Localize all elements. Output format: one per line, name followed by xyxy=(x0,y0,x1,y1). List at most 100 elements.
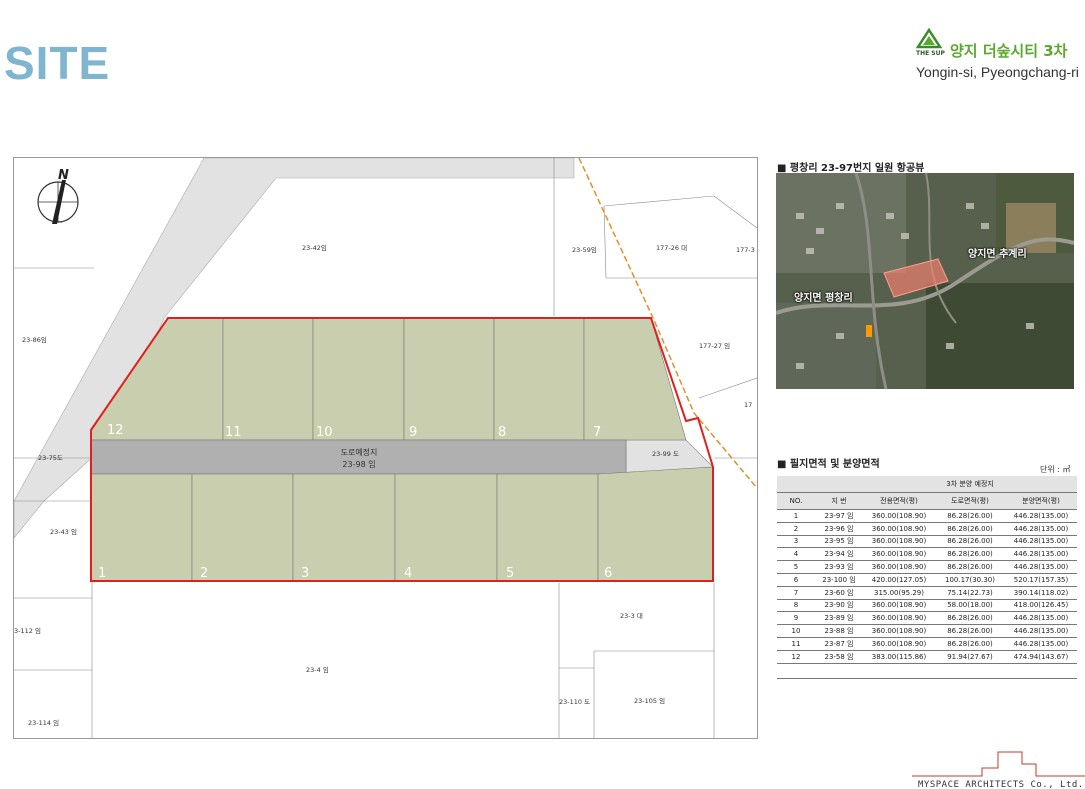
table-cell: 446.28(135.00) xyxy=(1005,535,1078,549)
table-cell: 446.28(135.00) xyxy=(1005,522,1078,536)
lot-number: 12 xyxy=(107,423,124,438)
site-plan-map: N 도로예정지 23-98 임 12 11 10 9 8 7 1 2 3 4 5… xyxy=(13,157,758,739)
table-row: 2 23-96 임 360.00(108.90) 86.28(26.00) 446.28… xyxy=(777,522,1078,536)
table-cell: 23-89 임 xyxy=(815,611,863,626)
road-label: 도로예정지 xyxy=(341,447,378,457)
page-title: SITE xyxy=(4,37,111,89)
table-column-header: 지 번 xyxy=(815,492,863,510)
table-cell: 474.94(143.67) xyxy=(1005,650,1078,664)
lot-number: 1 xyxy=(98,566,106,581)
table-row: 3 23-95 임 360.00(108.90) 86.28(26.00) 446.28… xyxy=(777,535,1078,549)
architect-logo-icon xyxy=(912,751,1085,777)
table-cell: 390.14(118.02) xyxy=(1005,586,1078,600)
table-cell: 10 xyxy=(777,624,815,638)
table-column-header: NO. xyxy=(777,492,815,510)
parcel-label: 177-26 대 xyxy=(656,244,687,252)
table-cell: 58.00(18.00) xyxy=(935,599,1005,613)
lot-number: 8 xyxy=(498,425,506,440)
table-cell: 360.00(108.90) xyxy=(863,535,935,549)
table-row: 10 23-88 임 360.00(108.90) 86.28(26.00) 446.2… xyxy=(777,624,1078,638)
table-cell xyxy=(1005,663,1078,679)
table-column-header: 도로면적(평) xyxy=(935,492,1005,510)
lots-top xyxy=(90,317,687,441)
parcel-label: 3-112 임 xyxy=(14,627,41,635)
lot-number: 5 xyxy=(506,566,514,581)
lot-number: 7 xyxy=(593,425,601,440)
table-cell: 23-93 임 xyxy=(815,560,863,574)
table-cell: 7 xyxy=(777,586,815,600)
table-row: 7 23-60 임 315.00(95.29) 75.14(22.73) 390.14(… xyxy=(777,586,1078,600)
parcel-label: 23-4 임 xyxy=(306,666,329,674)
table-row: 1 23-97 임 360.00(108.90) 86.28(26.00) 446.28… xyxy=(777,509,1078,523)
table-cell: 86.28(26.00) xyxy=(935,637,1005,651)
table-cell: 86.28(26.00) xyxy=(935,535,1005,549)
table-cell: 4 xyxy=(777,547,815,562)
table-cell: 360.00(108.90) xyxy=(863,560,935,574)
table-cell: 23-87 임 xyxy=(815,637,863,651)
brand-logo-text: THE SUP xyxy=(916,50,945,57)
table-cell xyxy=(815,663,863,679)
table-cell: 23-88 임 xyxy=(815,624,863,638)
table-cell: 23-96 임 xyxy=(815,522,863,536)
table-cell: 3 xyxy=(777,535,815,549)
table-cell: 383.00(115.86) xyxy=(863,650,935,664)
table-cell: 420.00(127.05) xyxy=(863,573,935,587)
table-cell: 75.14(22.73) xyxy=(935,586,1005,600)
table-cell: 360.00(108.90) xyxy=(863,547,935,562)
parcel-label: 23-3 대 xyxy=(620,612,643,620)
table-cell: 23-90 임 xyxy=(815,599,863,613)
table-cell: 315.00(95.29) xyxy=(863,586,935,600)
table-cell: 86.28(26.00) xyxy=(935,611,1005,626)
table-cell: 360.00(108.90) xyxy=(863,611,935,626)
lot-number: 3 xyxy=(301,566,309,581)
parcel-label: 23-42임 xyxy=(302,244,327,252)
table-cell xyxy=(863,663,935,679)
table-cell: 12 xyxy=(777,650,815,664)
parcel-label: 23-110 도 xyxy=(559,698,590,706)
parcel-label: 177-3 xyxy=(736,246,755,254)
table-cell: 446.28(135.00) xyxy=(1005,547,1078,562)
table-cell: 86.28(26.00) xyxy=(935,560,1005,574)
lot-number: 10 xyxy=(316,425,333,440)
area-table: 3차 분양 예정지 NO. 지 번 전용면적(평) 도로면적(평) 분양면적(평) 12… xyxy=(777,476,1078,679)
table-cell: 100.17(30.30) xyxy=(935,573,1005,587)
lots-bottom xyxy=(90,466,714,582)
unit-label: 단위 : ㎡ xyxy=(1040,465,1071,474)
table-cell: 446.28(135.00) xyxy=(1005,611,1078,626)
table-cell: 9 xyxy=(777,611,815,626)
table-cell: 8 xyxy=(777,599,815,613)
table-cell: 23-60 임 xyxy=(815,586,863,600)
table-row: 9 23-89 임 360.00(108.90) 86.28(26.00) 446.28… xyxy=(777,611,1078,626)
table-row: 5 23-93 임 360.00(108.90) 86.28(26.00) 446.28… xyxy=(777,560,1078,574)
table-cell: 360.00(108.90) xyxy=(863,509,935,523)
table-cell xyxy=(935,663,1005,679)
table-cell: 2 xyxy=(777,522,815,536)
parcel-label: 23-86임 xyxy=(22,336,47,344)
brand-header: THE SUP 양지 더숲시티 3차 Yongin-si, Pyeongchan… xyxy=(916,28,1085,88)
parcel-label: 23-59임 xyxy=(572,246,597,254)
table-cell: 86.28(26.00) xyxy=(935,509,1005,523)
area-table-heading: ■ 필지면적 및 분양면적 xyxy=(777,459,880,470)
table-cell: 520.17(157.35) xyxy=(1005,573,1078,587)
table-row: 12 23-58 임 383.00(115.86) 91.94(27.67) 474.9… xyxy=(777,650,1078,664)
table-cell xyxy=(777,663,815,679)
table-cell: 86.28(26.00) xyxy=(935,624,1005,638)
table-cell: 360.00(108.90) xyxy=(863,637,935,651)
aerial-label-east: 양지면 추계리 xyxy=(968,249,1027,260)
table-cell: 6 xyxy=(777,573,815,587)
lot-number: 6 xyxy=(604,566,612,581)
table-cell: 446.28(135.00) xyxy=(1005,624,1078,638)
table-cell: 91.94(27.67) xyxy=(935,650,1005,664)
brand-name: 양지 더숲시티 3차 xyxy=(950,42,1068,60)
table-cell: 446.28(135.00) xyxy=(1005,637,1078,651)
parcel-label: 17 xyxy=(744,401,752,409)
table-cell: 360.00(108.90) xyxy=(863,624,935,638)
parcel-label: 23-75도 xyxy=(38,454,63,462)
table-cell: 11 xyxy=(777,637,815,651)
table-cell: 446.28(135.00) xyxy=(1005,509,1078,523)
brand-location: Yongin-si, Pyeongchang-ri xyxy=(916,64,1079,80)
north-arrow-icon xyxy=(37,180,79,224)
north-label: N xyxy=(58,168,69,183)
table-column-header: 분양면적(평) xyxy=(1005,492,1078,510)
lot-number: 9 xyxy=(409,425,417,440)
